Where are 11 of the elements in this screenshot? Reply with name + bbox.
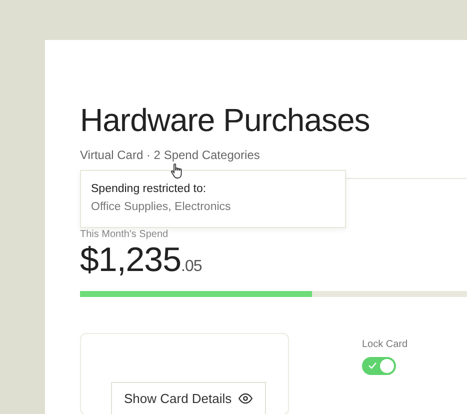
tooltip-text: Office Supplies, Electronics	[91, 201, 232, 213]
spend-amount: $1,235.05	[80, 241, 203, 280]
card-subtitle: Virtual Card · 2 Spend Categories	[80, 148, 260, 162]
spend-label: This Month's Spend	[80, 229, 170, 241]
page-title: Hardware Purchases	[80, 101, 371, 140]
show-card-details-button[interactable]: Show Card Details	[111, 382, 266, 414]
lock-card-toggle[interactable]	[362, 357, 396, 375]
tooltip-heading: Spending restricted to:	[91, 183, 208, 195]
check-icon	[368, 362, 377, 369]
eye-icon	[238, 393, 253, 404]
lock-card-label: Lock Card	[362, 339, 408, 350]
